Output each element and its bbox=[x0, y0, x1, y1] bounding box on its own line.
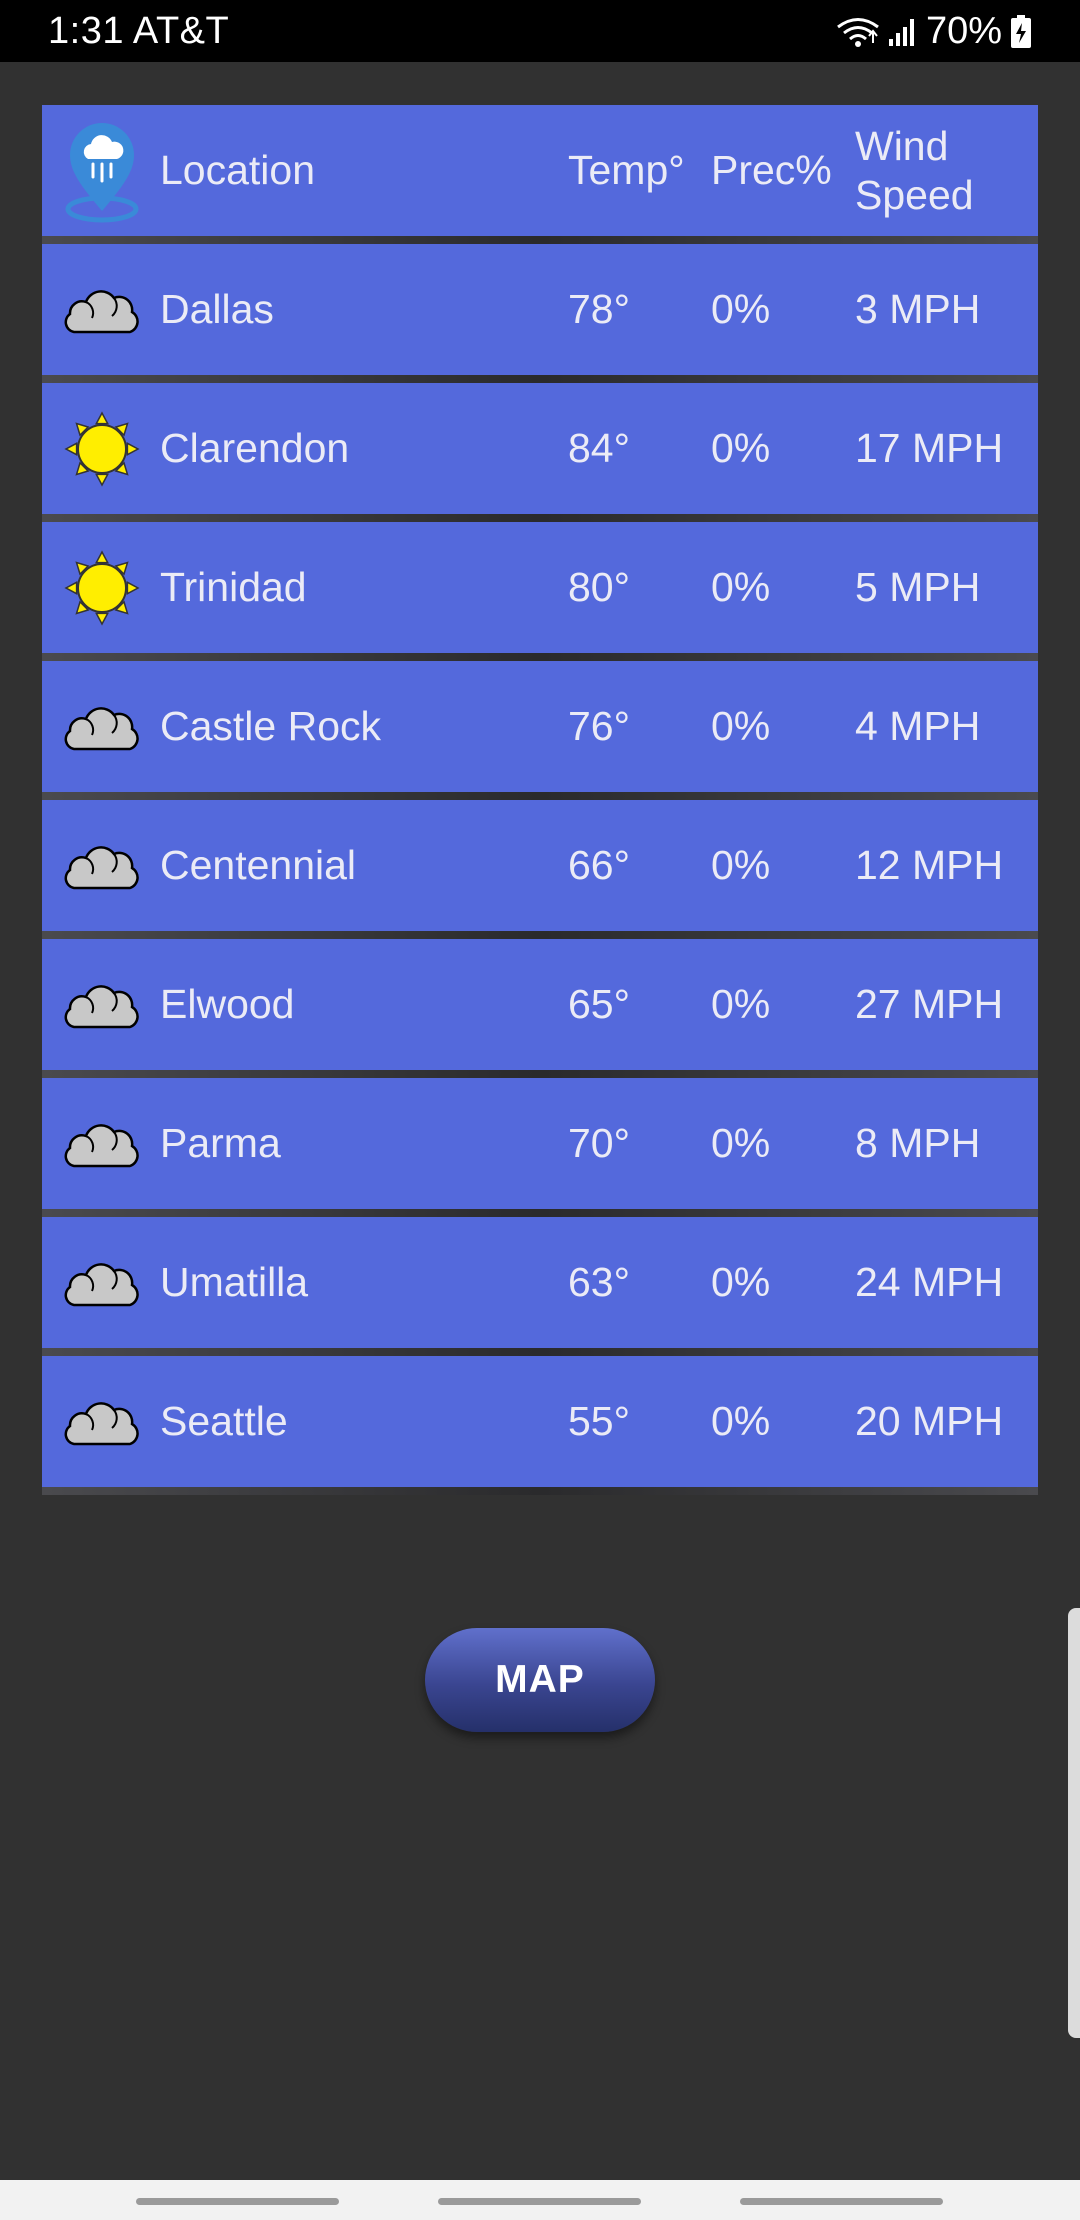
header-location: Location bbox=[160, 147, 316, 193]
nav-recents-button[interactable] bbox=[136, 2198, 339, 2205]
cloud-icon bbox=[62, 800, 142, 931]
row-wind-speed: 4 MPH bbox=[855, 703, 981, 749]
table-row[interactable]: Centennial 66° 0% 12 MPH bbox=[42, 800, 1038, 931]
row-divider bbox=[42, 931, 1038, 939]
table-row[interactable]: Castle Rock 76° 0% 4 MPH bbox=[42, 661, 1038, 792]
row-divider bbox=[42, 236, 1038, 244]
status-time-carrier: 1:31 AT&T bbox=[48, 10, 230, 52]
battery-percent: 70% bbox=[925, 10, 1002, 52]
cloud-icon bbox=[62, 1217, 142, 1348]
header-prec: Prec% bbox=[711, 147, 832, 193]
nav-home-button[interactable] bbox=[438, 2198, 641, 2205]
row-location: Centennial bbox=[160, 842, 357, 888]
row-prec: 0% bbox=[711, 564, 771, 610]
row-wind-speed: 27 MPH bbox=[855, 981, 1004, 1027]
row-location: Trinidad bbox=[160, 564, 307, 610]
row-prec: 0% bbox=[711, 286, 771, 332]
status-icons: 70% bbox=[836, 10, 1032, 53]
cloud-icon bbox=[62, 1078, 142, 1209]
row-wind-speed: 3 MPH bbox=[855, 286, 981, 332]
row-location: Dallas bbox=[160, 286, 274, 332]
row-location: Castle Rock bbox=[160, 703, 382, 749]
row-wind-speed: 5 MPH bbox=[855, 564, 981, 610]
row-divider bbox=[42, 1487, 1038, 1495]
row-wind-speed: 17 MPH bbox=[855, 425, 1004, 471]
wifi-icon bbox=[836, 16, 880, 48]
row-temp: 63° bbox=[568, 1259, 631, 1305]
row-temp: 70° bbox=[568, 1120, 631, 1166]
row-temp: 80° bbox=[568, 564, 631, 610]
sun-icon bbox=[62, 383, 142, 514]
cloud-icon bbox=[62, 1356, 142, 1487]
map-button[interactable]: MAP bbox=[425, 1628, 655, 1732]
row-location: Parma bbox=[160, 1120, 281, 1166]
table-row[interactable]: Seattle 55° 0% 20 MPH bbox=[42, 1356, 1038, 1487]
row-prec: 0% bbox=[711, 842, 771, 888]
signal-icon bbox=[888, 17, 918, 47]
row-prec: 0% bbox=[711, 425, 771, 471]
table-row[interactable]: Dallas 78° 0% 3 MPH bbox=[42, 244, 1038, 375]
cloud-icon bbox=[62, 244, 142, 375]
row-divider bbox=[42, 514, 1038, 522]
row-temp: 65° bbox=[568, 981, 631, 1027]
table-row[interactable]: Clarendon 84° 0% 17 MPH bbox=[42, 383, 1038, 514]
scrollbar-thumb[interactable] bbox=[1068, 1608, 1080, 2038]
row-prec: 0% bbox=[711, 981, 771, 1027]
header-temp: Temp° bbox=[568, 147, 685, 193]
row-prec: 0% bbox=[711, 1120, 771, 1166]
header-wind-speed: Wind Speed bbox=[855, 122, 974, 218]
sun-icon bbox=[62, 522, 142, 653]
row-prec: 0% bbox=[711, 1259, 771, 1305]
row-location: Seattle bbox=[160, 1398, 288, 1444]
cloud-icon bbox=[62, 661, 142, 792]
row-location: Elwood bbox=[160, 981, 295, 1027]
navigation-bar bbox=[0, 2180, 1080, 2220]
status-bar: 1:31 AT&T 70% bbox=[0, 0, 1080, 62]
row-divider bbox=[42, 792, 1038, 800]
nav-back-button[interactable] bbox=[740, 2198, 943, 2205]
table-row[interactable]: Parma 70° 0% 8 MPH bbox=[42, 1078, 1038, 1209]
row-temp: 55° bbox=[568, 1398, 631, 1444]
row-wind-speed: 8 MPH bbox=[855, 1120, 981, 1166]
row-divider bbox=[42, 1348, 1038, 1356]
row-temp: 78° bbox=[568, 286, 631, 332]
rain-location-pin-icon bbox=[62, 105, 142, 236]
table-row[interactable]: Trinidad 80° 0% 5 MPH bbox=[42, 522, 1038, 653]
table-row[interactable]: Umatilla 63° 0% 24 MPH bbox=[42, 1217, 1038, 1348]
row-wind-speed: 20 MPH bbox=[855, 1398, 1004, 1444]
row-location: Umatilla bbox=[160, 1259, 309, 1305]
cloud-icon bbox=[62, 939, 142, 1070]
row-prec: 0% bbox=[711, 1398, 771, 1444]
row-temp: 66° bbox=[568, 842, 631, 888]
row-divider bbox=[42, 1209, 1038, 1217]
table-header-row: Location Temp° Prec% Wind Speed bbox=[42, 105, 1038, 236]
row-divider bbox=[42, 1070, 1038, 1078]
row-temp: 84° bbox=[568, 425, 631, 471]
row-wind-speed: 24 MPH bbox=[855, 1259, 1004, 1305]
weather-table: Location Temp° Prec% Wind Speed Dallas 78… bbox=[42, 105, 1038, 1495]
table-row[interactable]: Elwood 65° 0% 27 MPH bbox=[42, 939, 1038, 1070]
battery-charging-icon bbox=[1010, 14, 1032, 49]
row-prec: 0% bbox=[711, 703, 771, 749]
row-wind-speed: 12 MPH bbox=[855, 842, 1004, 888]
row-divider bbox=[42, 653, 1038, 661]
row-location: Clarendon bbox=[160, 425, 350, 471]
row-divider bbox=[42, 375, 1038, 383]
row-temp: 76° bbox=[568, 703, 631, 749]
